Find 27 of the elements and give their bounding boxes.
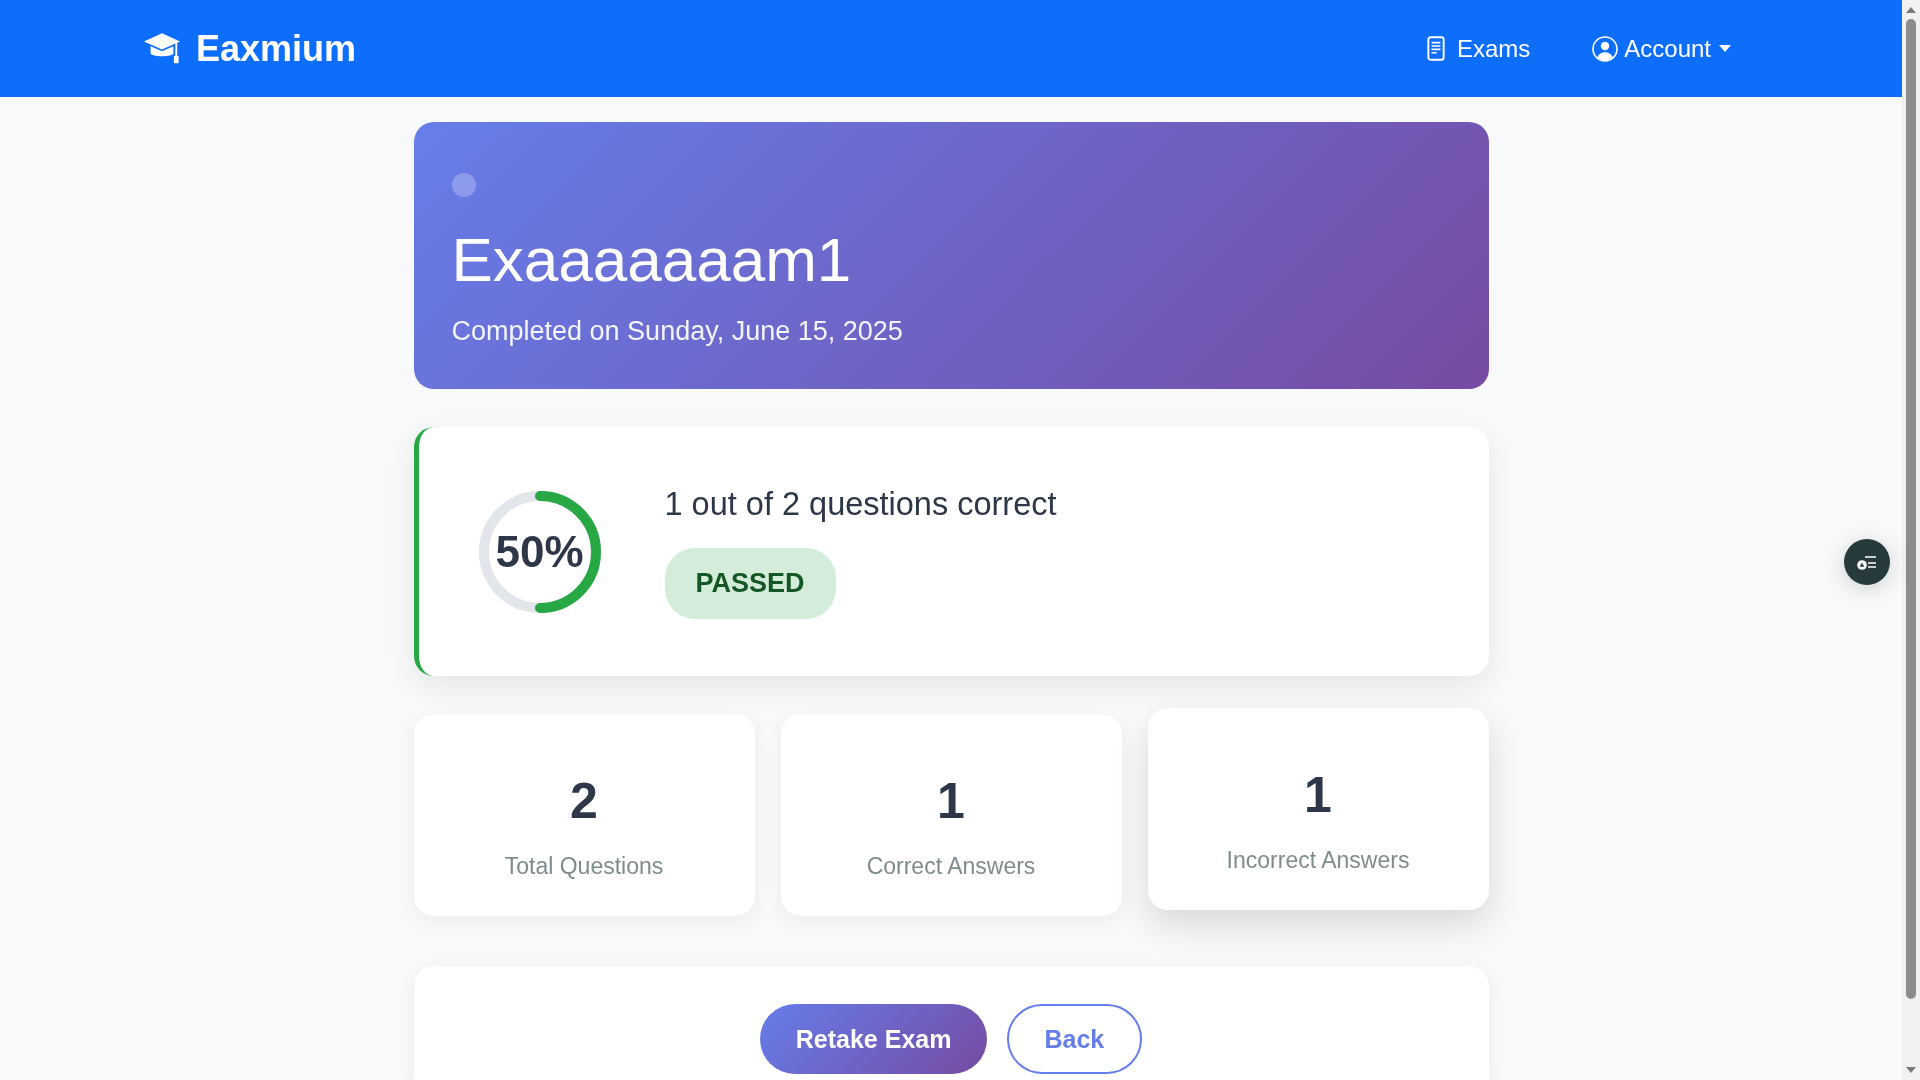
retake-button[interactable]: Retake Exam — [760, 1004, 987, 1074]
brand-link[interactable]: Eaxmium — [143, 27, 357, 70]
nav-link[interactable]: Exams — [1426, 33, 1531, 64]
stat-label: Correct Answers — [866, 852, 1036, 880]
stat-value: 2 — [570, 772, 598, 831]
caret-up-icon[interactable] — [1906, 7, 1916, 13]
scrollbar-thumb[interactable] — [1906, 19, 1916, 999]
floating-button[interactable] — [1844, 539, 1890, 585]
user-circle-icon — [1592, 35, 1619, 62]
caret-down-icon — [1719, 45, 1731, 52]
stat-label: Total Questions — [504, 852, 664, 880]
stat-value: 1 — [937, 772, 965, 831]
status-badge: PASSED — [664, 547, 836, 619]
completion-date: Completed on Sunday, June 15, 2025 — [451, 315, 903, 347]
stat-label: Incorrect Answers — [1226, 846, 1410, 874]
score-percent: 50% — [495, 526, 584, 577]
stat-value: 1 — [1304, 766, 1332, 825]
graduation-cap-icon — [143, 32, 181, 65]
score-summary: 1 out of 2 questions correct — [664, 484, 1057, 524]
exam-title: Exaaaaaaam1 — [451, 224, 852, 296]
document-icon — [1426, 36, 1445, 61]
list-icon — [1856, 553, 1878, 571]
scrollbar[interactable] — [1902, 0, 1920, 1080]
dot-icon — [451, 173, 476, 197]
back-button[interactable]: Back — [1006, 1004, 1142, 1074]
account-dropdown[interactable]: Account — [1592, 33, 1731, 64]
caret-down-icon[interactable] — [1906, 1067, 1916, 1073]
